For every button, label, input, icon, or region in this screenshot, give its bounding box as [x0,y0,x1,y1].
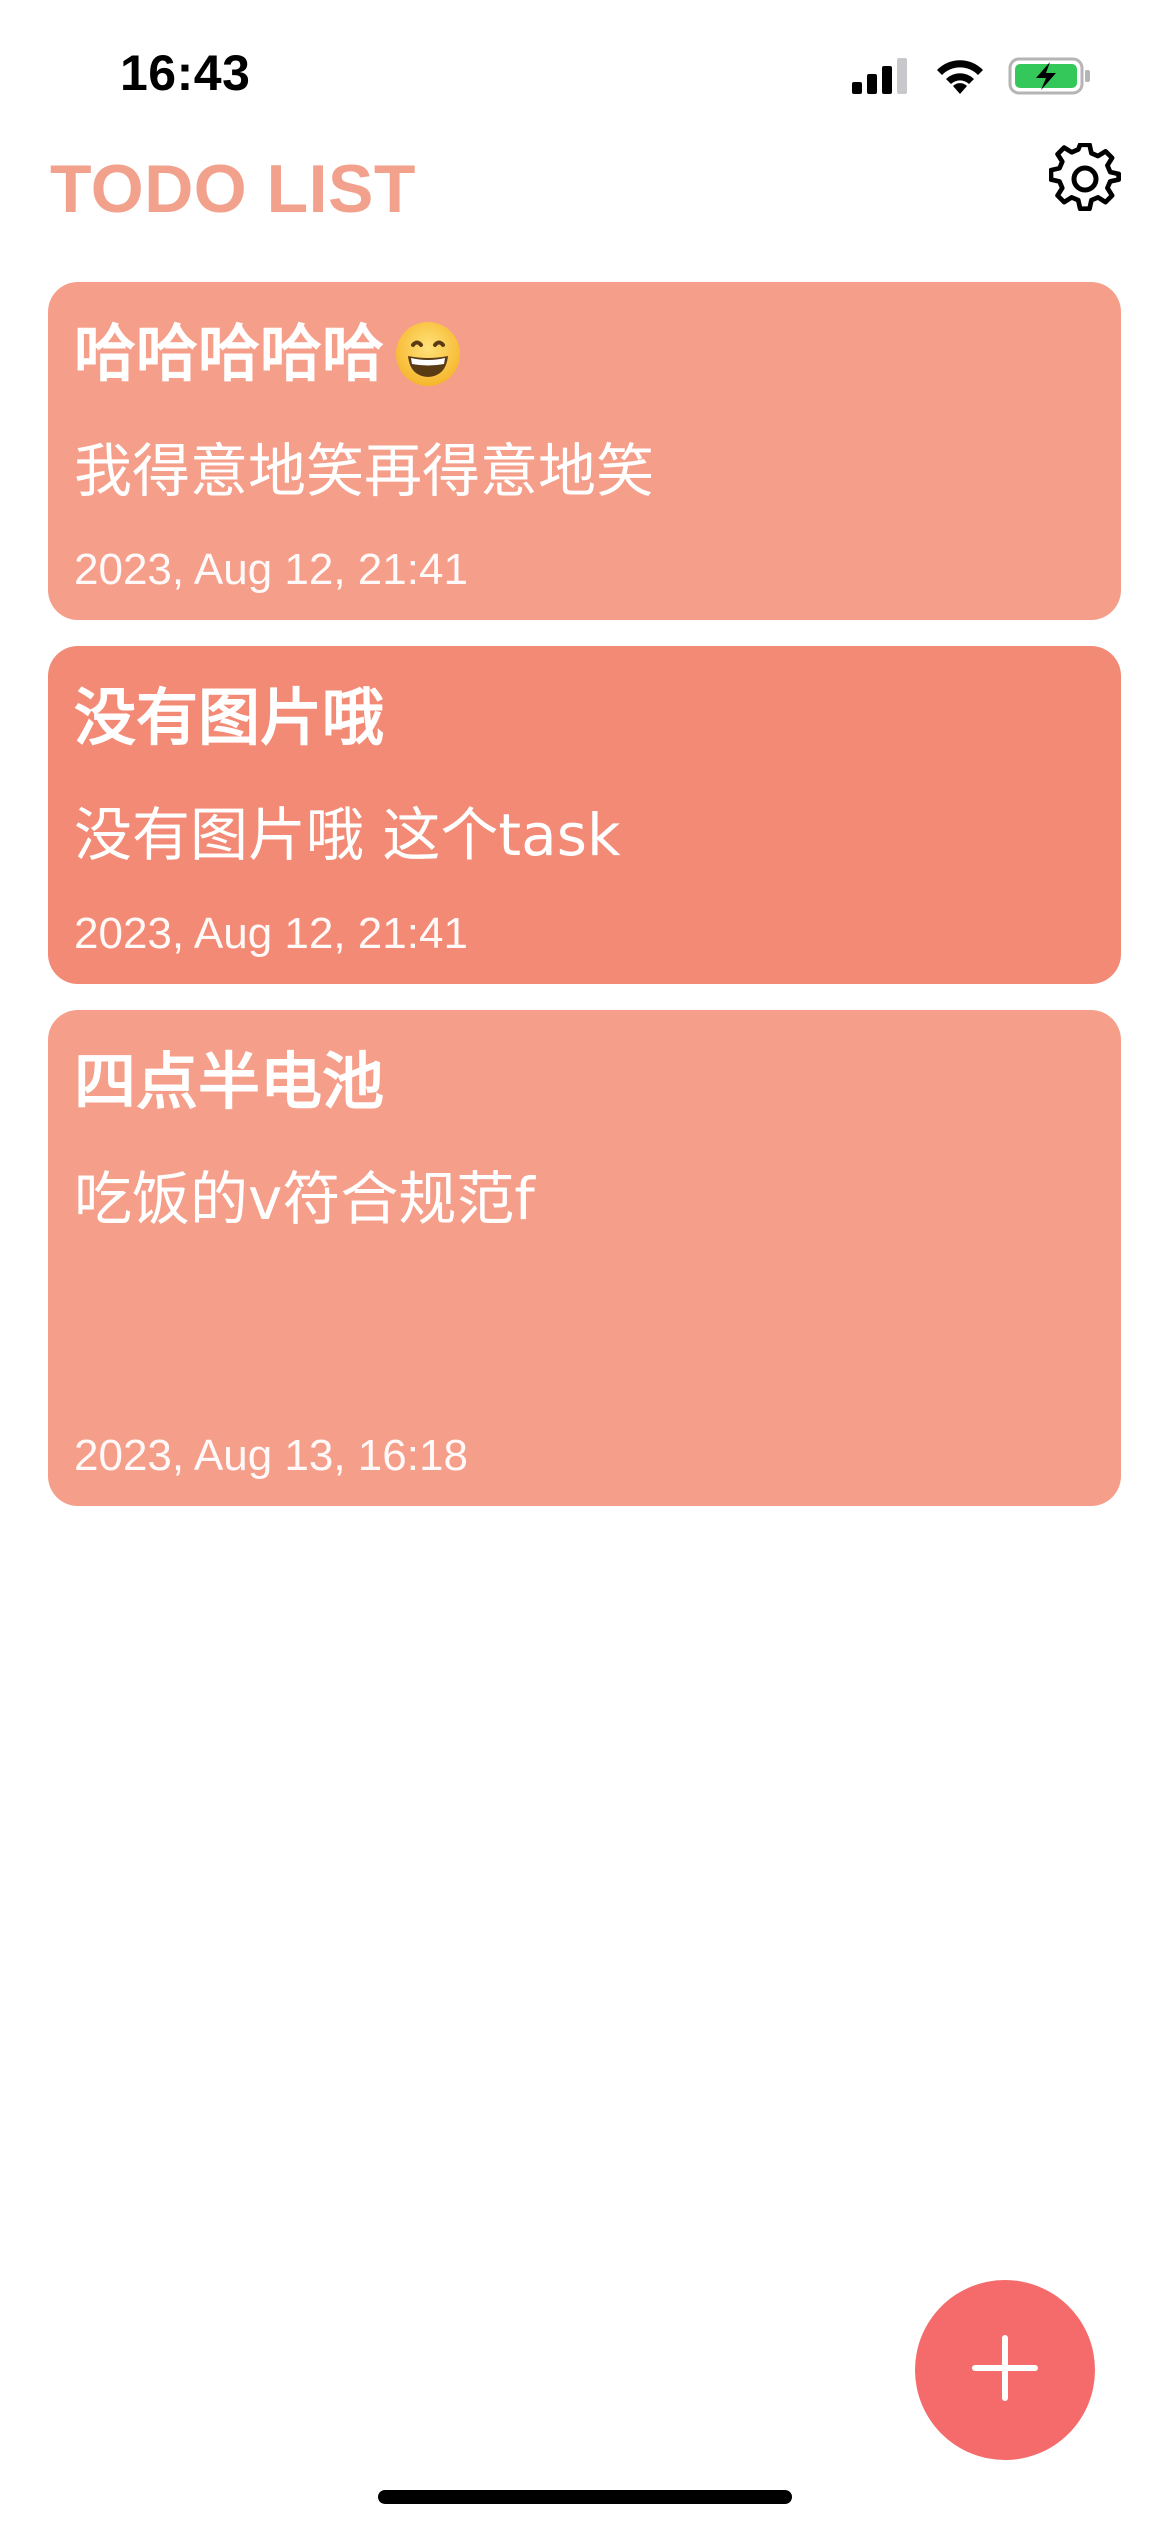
battery-charging-icon [1008,56,1092,100]
task-description: 吃饭的v符合规范f [74,1165,535,1233]
task-title: 哈哈哈哈哈 [74,317,385,390]
task-title: 四点半电池 [74,1045,385,1118]
cellular-signal-icon [852,56,912,100]
wifi-icon [934,56,986,100]
status-time: 16:43 [120,45,251,101]
task-list: 哈哈哈哈哈 我得意地笑再得意地笑 2023, Aug 12, 21:41 没有图… [48,282,1121,1532]
task-card[interactable]: 哈哈哈哈哈 我得意地笑再得意地笑 2023, Aug 12, 21:41 [48,282,1121,620]
page-title: TODO LIST [50,151,416,227]
task-title: 没有图片哦 [74,681,385,754]
task-title-row: 哈哈哈哈哈 [74,314,1095,394]
task-description: 我得意地笑再得意地笑 [74,437,655,505]
home-indicator [378,2490,792,2504]
gear-icon [1048,142,1122,219]
add-task-button[interactable] [915,2280,1095,2460]
task-date: 2023, Aug 12, 21:41 [74,909,468,958]
task-card[interactable]: 四点半电池 吃饭的v符合规范f 2023, Aug 13, 16:18 [48,1010,1121,1506]
task-date: 2023, Aug 13, 16:18 [74,1431,468,1480]
settings-button[interactable] [1046,142,1124,220]
task-date: 2023, Aug 12, 21:41 [74,545,468,594]
header: TODO LIST [0,142,1170,270]
task-card[interactable]: 没有图片哦 没有图片哦 这个task 2023, Aug 12, 21:41 [48,646,1121,984]
status-bar: 16:43 [0,0,1170,150]
task-description: 没有图片哦 这个task [74,801,621,869]
grinning-face-icon [394,320,462,388]
plus-icon [970,2333,1040,2407]
status-icons [852,56,1092,100]
